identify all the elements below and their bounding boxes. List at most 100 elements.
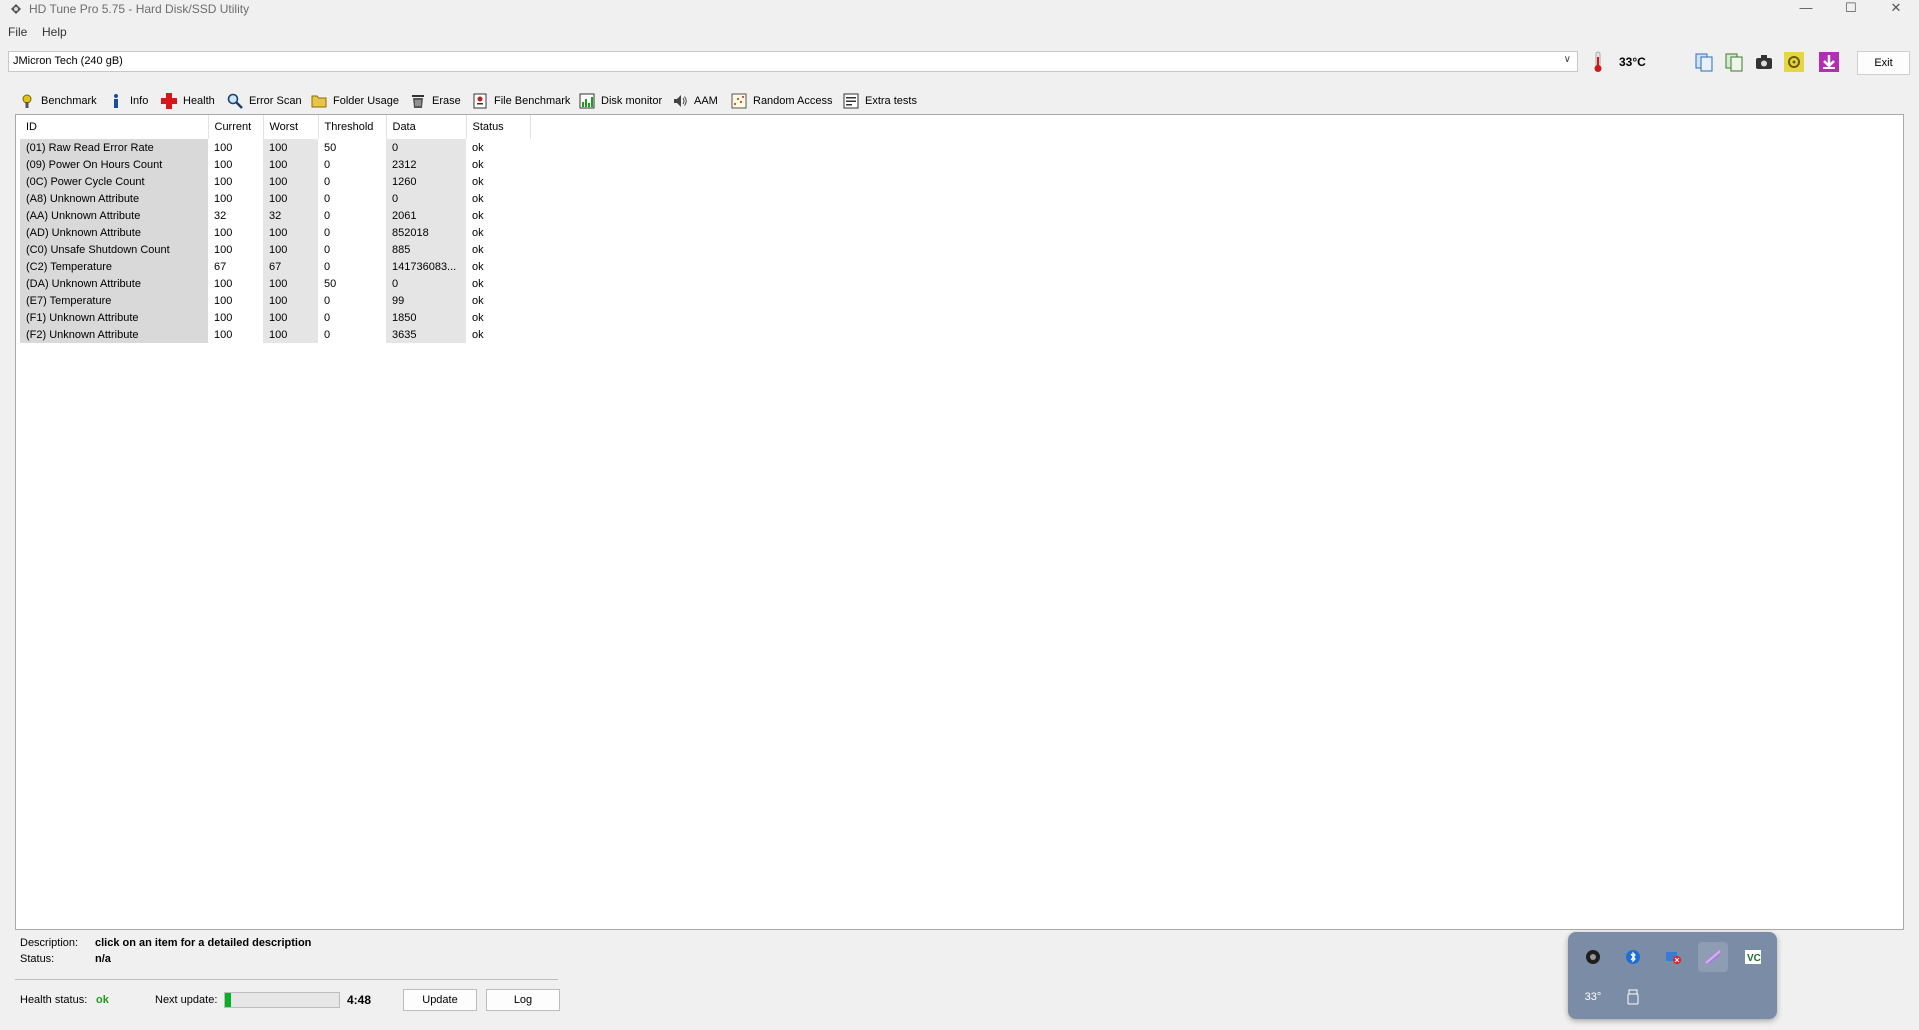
vc-app-icon[interactable]: VC	[1738, 942, 1768, 972]
table-row[interactable]: (AA) Unknown Attribute 32 32 0 2061 ok	[20, 207, 530, 224]
window-title: HD Tune Pro 5.75 - Hard Disk/SSD Utility	[29, 2, 250, 16]
tab-file-benchmark[interactable]: File Benchmark	[472, 91, 570, 111]
camera-icon[interactable]	[1752, 50, 1776, 74]
worst-value: 100	[263, 173, 318, 190]
column-header-status[interactable]: Status	[466, 115, 531, 139]
exit-button[interactable]: Exit	[1857, 51, 1910, 75]
column-header-worst[interactable]: Worst	[263, 115, 319, 139]
attribute-id: (0C) Power Cycle Count	[20, 173, 208, 190]
attribute-id: (C2) Temperature	[20, 258, 208, 275]
table-row[interactable]: (AD) Unknown Attribute 100 100 0 852018 ok	[20, 224, 530, 241]
menu-file[interactable]: File	[8, 25, 27, 39]
attribute-id: (DA) Unknown Attribute	[20, 275, 208, 292]
tab-benchmark[interactable]: Benchmark	[19, 91, 97, 111]
tray-app-icon[interactable]	[1578, 942, 1608, 972]
column-header-threshold[interactable]: Threshold	[318, 115, 387, 139]
current-value: 100	[214, 294, 233, 307]
random-access-icon	[731, 93, 747, 109]
data-value: 1260	[386, 173, 466, 190]
status-value: ok	[472, 226, 484, 239]
next-update-time: 4:48	[347, 993, 372, 1007]
threshold-value: 0	[324, 260, 331, 273]
menu-bar: File Help	[0, 21, 1919, 43]
copy-text-icon[interactable]	[1722, 50, 1746, 74]
table-row[interactable]: (C2) Temperature 67 67 0 141736083... ok	[20, 258, 530, 275]
svg-text:VC: VC	[1747, 953, 1761, 964]
tab-disk-monitor[interactable]: Disk monitor	[579, 91, 662, 111]
tab-erase[interactable]: Erase	[410, 91, 461, 111]
tab-label: Erase	[432, 95, 461, 107]
table-row[interactable]: (0C) Power Cycle Count 100 100 0 1260 ok	[20, 173, 530, 190]
table-row[interactable]: (E7) Temperature 100 100 0 99 ok	[20, 292, 530, 309]
current-value: 100	[214, 311, 233, 324]
tab-health[interactable]: Health	[161, 91, 215, 111]
update-button[interactable]: Update	[403, 989, 477, 1011]
drive-select-value: JMicron Tech (240 gB)	[13, 55, 123, 67]
status-value: ok	[472, 260, 484, 273]
file-benchmark-icon	[473, 93, 487, 109]
thermometer-icon	[1594, 51, 1602, 72]
status-value: ok	[472, 175, 484, 188]
health-status-value: ok	[96, 994, 109, 1006]
table-row[interactable]: (A8) Unknown Attribute 100 100 0 0 ok	[20, 190, 530, 207]
tray-temperature[interactable]: 33°	[1578, 982, 1608, 1012]
table-header-row: ID Current Worst Threshold Data Status	[20, 115, 531, 139]
table-row[interactable]: (F1) Unknown Attribute 100 100 0 1850 ok	[20, 309, 530, 326]
tab-aam[interactable]: AAM	[672, 91, 718, 111]
tab-folder-usage[interactable]: Folder Usage	[311, 91, 399, 111]
folder-icon	[311, 95, 327, 108]
menu-help[interactable]: Help	[42, 25, 67, 39]
attribute-id: (E7) Temperature	[20, 292, 208, 309]
worst-value: 100	[263, 326, 318, 343]
bluetooth-icon[interactable]	[1618, 942, 1648, 972]
close-button[interactable]: ✕	[1874, 0, 1918, 16]
threshold-value: 0	[324, 311, 331, 324]
tab-label: Folder Usage	[333, 95, 400, 107]
threshold-value: 0	[324, 294, 331, 307]
column-header-data[interactable]: Data	[386, 115, 467, 139]
data-value: 2312	[386, 156, 466, 173]
current-value: 100	[214, 243, 233, 256]
table-row[interactable]: (DA) Unknown Attribute 100 100 50 0 ok	[20, 275, 530, 292]
table-row[interactable]: (01) Raw Read Error Rate 100 100 50 0 ok	[20, 139, 530, 156]
data-value: 885	[386, 241, 466, 258]
erase-icon	[412, 95, 424, 108]
tab-error-scan[interactable]: Error Scan	[227, 91, 302, 111]
options-icon[interactable]	[1782, 50, 1806, 74]
column-header-current[interactable]: Current	[208, 115, 264, 139]
title-bar: HD Tune Pro 5.75 - Hard Disk/SSD Utility…	[0, 0, 1919, 20]
current-value: 100	[214, 328, 233, 341]
chevron-down-icon: ∨	[1563, 54, 1571, 65]
worst-value: 100	[263, 139, 318, 156]
tab-label: Disk monitor	[601, 95, 663, 107]
pen-icon[interactable]	[1698, 942, 1728, 972]
network-error-icon[interactable]	[1658, 942, 1688, 972]
status-value: ok	[472, 311, 484, 324]
drive-select[interactable]: JMicron Tech (240 gB) ∨	[8, 51, 1578, 72]
column-header-id[interactable]: ID	[20, 115, 209, 139]
current-value: 32	[214, 209, 227, 222]
minimize-button[interactable]: —	[1784, 0, 1828, 16]
table-row[interactable]: (C0) Unsafe Shutdown Count 100 100 0 885 ok	[20, 241, 530, 258]
log-button[interactable]: Log	[486, 989, 560, 1011]
status-value: ok	[472, 294, 484, 307]
app-icon	[11, 4, 21, 14]
disk-monitor-icon	[579, 93, 595, 109]
maximize-button[interactable]: ☐	[1829, 0, 1873, 16]
tab-info[interactable]: Info	[108, 91, 148, 111]
attribute-id: (AA) Unknown Attribute	[20, 207, 208, 224]
tab-random-access[interactable]: Random Access	[731, 91, 832, 111]
status-value: ok	[472, 192, 484, 205]
next-update-progress	[224, 992, 340, 1008]
download-icon[interactable]	[1817, 50, 1841, 74]
copy-info-icon[interactable]	[1692, 50, 1716, 74]
table-row[interactable]: (09) Power On Hours Count 100 100 0 2312 ok	[20, 156, 530, 173]
data-value: 0	[386, 275, 466, 292]
data-value: 1850	[386, 309, 466, 326]
threshold-value: 0	[324, 243, 331, 256]
worst-value: 100	[263, 224, 318, 241]
usb-drive-icon[interactable]	[1618, 982, 1648, 1012]
data-value: 3635	[386, 326, 466, 343]
tab-extra-tests[interactable]: Extra tests	[843, 91, 917, 111]
table-row[interactable]: (F2) Unknown Attribute 100 100 0 3635 ok	[20, 326, 530, 343]
